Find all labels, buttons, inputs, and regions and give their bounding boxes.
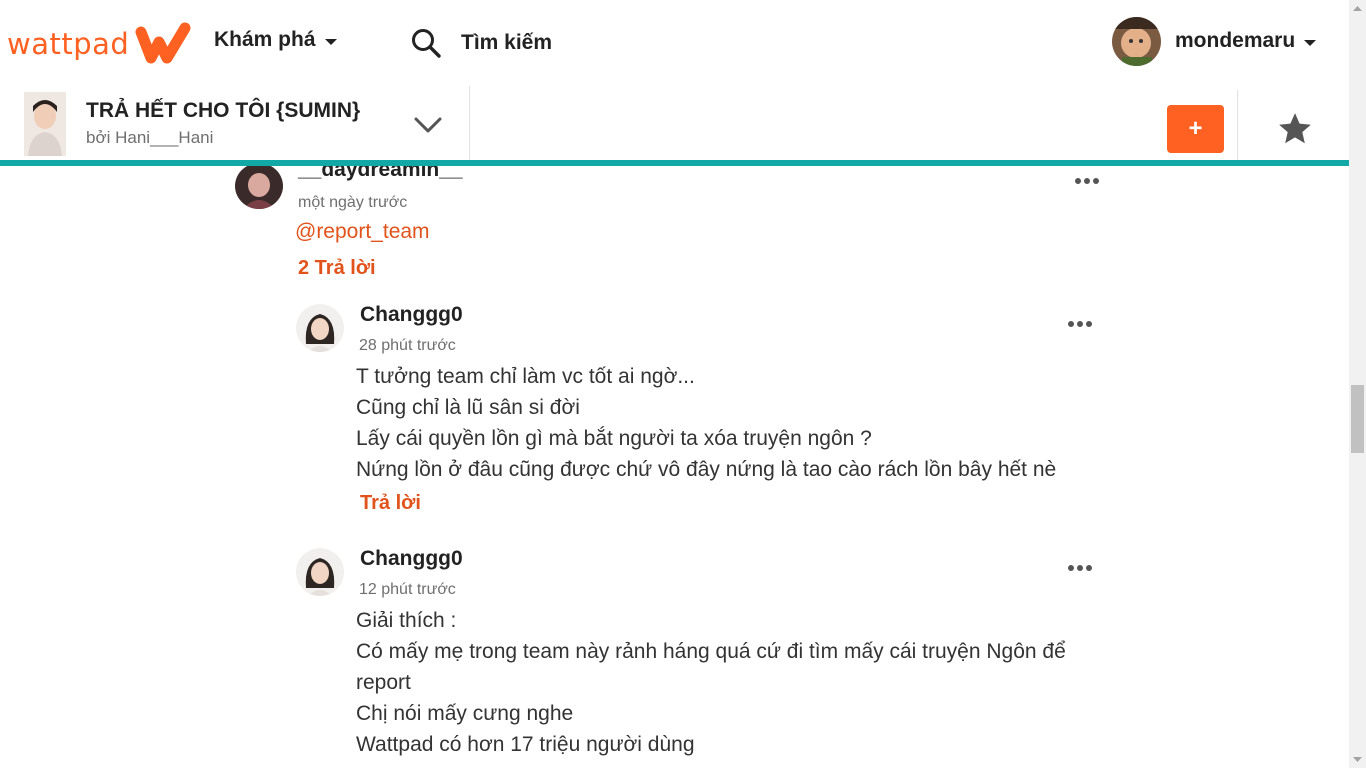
comment-line: Nứng lồn ở đâu cũng được chứ vô đây nứng… bbox=[356, 458, 1057, 481]
comment-line: Cũng chỉ là lũ sân si đời bbox=[356, 396, 580, 419]
avatar-image bbox=[296, 304, 344, 352]
mention-link[interactable]: @report_team bbox=[295, 220, 430, 244]
search-field[interactable]: Tìm kiếm bbox=[461, 31, 552, 55]
star-icon[interactable] bbox=[1276, 110, 1314, 148]
search-icon[interactable] bbox=[410, 27, 442, 59]
scroll-up-arrow-icon[interactable] bbox=[1349, 0, 1366, 17]
comment-time: một ngày trước bbox=[298, 194, 408, 211]
username-label: mondemaru bbox=[1175, 29, 1296, 52]
comment-time: 28 phút trước bbox=[359, 337, 456, 354]
story-title[interactable]: TRẢ HẾT CHO TÔI {SUMIN} bbox=[86, 99, 360, 123]
avatar-image bbox=[296, 548, 344, 596]
scroll-down-arrow-icon[interactable] bbox=[1349, 751, 1366, 768]
user-avatar[interactable] bbox=[1112, 17, 1161, 66]
comment-line: Chị nói mấy cưng nghe bbox=[356, 702, 574, 725]
comment-time: 12 phút trước bbox=[359, 581, 456, 598]
comment-body: T tưởng team chỉ làm vc tốt ai ngờ... Cũ… bbox=[356, 361, 1116, 485]
user-menu[interactable]: mondemaru bbox=[1175, 29, 1317, 53]
comments-section: __daydreamin__ một ngày trước @report_te… bbox=[0, 166, 1349, 768]
page-scrollbar[interactable] bbox=[1349, 0, 1366, 768]
view-replies-button[interactable]: 2 Trả lời bbox=[298, 257, 376, 280]
explore-menu[interactable]: Khám phá bbox=[214, 28, 337, 52]
explore-label: Khám phá bbox=[214, 28, 316, 51]
comment-author[interactable]: __daydreamin__ bbox=[298, 166, 463, 182]
story-author[interactable]: bởi Hani___Hani bbox=[86, 128, 213, 148]
wattpad-logo[interactable]: wattpad bbox=[7, 22, 193, 66]
reply-button[interactable]: Trả lời bbox=[360, 492, 421, 515]
more-options-icon[interactable] bbox=[1067, 320, 1093, 328]
comment-line: Lấy cái quyền lồn gì mà bắt người ta xóa… bbox=[356, 427, 872, 450]
comment-author[interactable]: Changgg0 bbox=[360, 303, 463, 327]
chevron-down-icon[interactable] bbox=[412, 114, 444, 136]
cover-image bbox=[24, 92, 66, 156]
comment-author[interactable]: Changgg0 bbox=[360, 547, 463, 571]
scrollbar-thumb[interactable] bbox=[1351, 385, 1364, 453]
comment-avatar[interactable] bbox=[235, 166, 283, 209]
comment-line: Wattpad có hơn 17 triệu người dùng bbox=[356, 733, 695, 756]
avatar-image bbox=[1112, 17, 1161, 66]
comment-avatar[interactable] bbox=[296, 304, 344, 352]
story-header: TRẢ HẾT CHO TÔI {SUMIN} bởi Hani___Hani … bbox=[0, 86, 1349, 160]
comment-line: T tưởng team chỉ làm vc tốt ai ngờ... bbox=[356, 365, 695, 388]
comment-line: report bbox=[356, 671, 411, 694]
logo-text: wattpad bbox=[7, 27, 130, 61]
comment-line: Giải thích : bbox=[356, 609, 457, 632]
divider bbox=[1237, 90, 1238, 160]
divider bbox=[469, 86, 470, 160]
wattpad-w-logo-icon bbox=[135, 22, 191, 64]
top-navigation: wattpad Khám phá Tìm kiếm mondemaru bbox=[0, 0, 1349, 86]
comment-avatar[interactable] bbox=[296, 548, 344, 596]
add-to-list-button[interactable]: + bbox=[1167, 105, 1224, 153]
avatar-image bbox=[235, 166, 283, 209]
caret-down-icon bbox=[324, 38, 337, 45]
more-options-icon[interactable] bbox=[1067, 564, 1093, 572]
story-cover[interactable] bbox=[24, 92, 66, 156]
comment-line: Có mấy mẹ trong team này rảnh háng quá c… bbox=[356, 640, 1066, 663]
comment-body: Giải thích : Có mấy mẹ trong team này rả… bbox=[356, 605, 1116, 760]
more-options-icon[interactable] bbox=[1074, 177, 1100, 185]
caret-down-icon bbox=[1304, 39, 1317, 46]
